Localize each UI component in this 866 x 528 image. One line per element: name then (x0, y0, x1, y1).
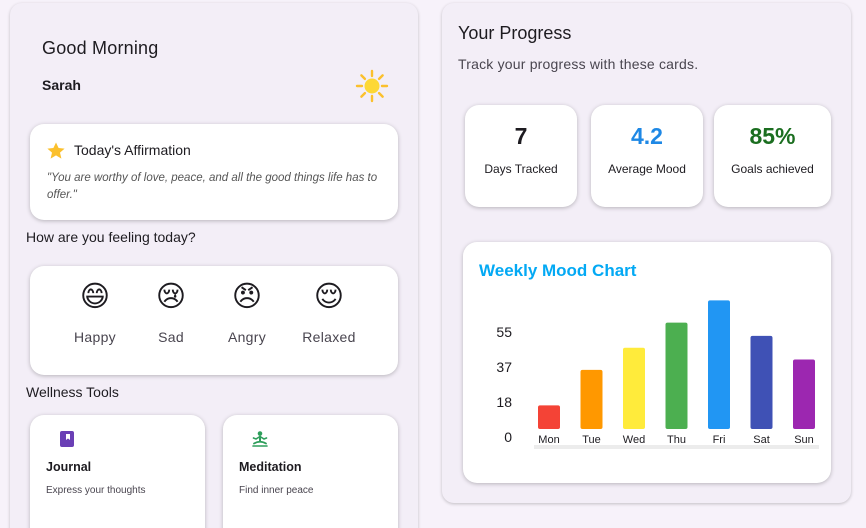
mood-option-sad[interactable]: 😢 Sad (136, 278, 206, 345)
x-tick-label: Fri (713, 434, 726, 446)
tool-description: Express your thoughts (46, 485, 146, 496)
affirmation-card: Today's Affirmation "You are worthy of l… (30, 124, 398, 220)
x-tick-label: Sun (794, 434, 814, 446)
mood-option-angry[interactable]: 😠 Angry (212, 278, 282, 345)
book-icon (60, 431, 74, 447)
stat-value: 7 (514, 123, 528, 149)
user-name: Sarah (42, 77, 81, 93)
stat-card-average-mood: 4.2 Average Mood (591, 105, 703, 207)
y-tick-label: 0 (504, 429, 512, 445)
sun-icon (355, 69, 389, 103)
progress-panel: Your Progress Track your progress with t… (442, 3, 851, 503)
stat-value: 4.2 (631, 123, 663, 149)
mood-option-happy[interactable]: 😄 Happy (60, 278, 130, 345)
stat-card-goals-achieved: 85% Goals achieved (714, 105, 831, 207)
tool-description: Find inner peace (239, 485, 314, 496)
angry-emoji-icon: 😠 (231, 279, 263, 313)
relaxed-emoji-icon: 😌 (313, 279, 345, 313)
stat-card-days-tracked: 7 Days Tracked (465, 105, 577, 207)
bar-tue (580, 369, 603, 429)
stat-label: Goals achieved (731, 162, 814, 176)
y-tick-label: 55 (496, 324, 512, 340)
home-panel: Good Morning Sarah Today's Affirmation "… (10, 3, 418, 528)
weekly-mood-chart-card: Weekly Mood Chart 0 18 37 55 Mon Tue Wed Thu Fri… (463, 242, 831, 483)
x-tick-label: Tue (582, 434, 601, 446)
happy-emoji-icon: 😄 (79, 279, 111, 313)
sad-emoji-icon: 😢 (155, 279, 187, 313)
tool-title: Journal (46, 460, 92, 474)
bar-thu (665, 322, 688, 429)
mood-label: Angry (227, 329, 267, 345)
meditation-icon (252, 431, 268, 447)
x-tick-label: Mon (538, 434, 559, 446)
bar-mon (538, 405, 560, 429)
mood-label: Sad (158, 329, 184, 345)
stat-value: 85% (749, 123, 796, 149)
bar-sat (750, 335, 773, 429)
y-tick-label: 37 (496, 359, 512, 375)
wellness-tools-heading: Wellness Tools (26, 384, 119, 400)
x-tick-label: Thu (667, 434, 686, 446)
mood-selector-card: 😄 Happy 😢 Sad 😠 Angry 😌 Relaxed (30, 266, 398, 375)
tool-title: Meditation (239, 460, 302, 474)
x-tick-label: Wed (623, 434, 645, 446)
mood-label: Happy (74, 329, 116, 345)
mood-option-relaxed[interactable]: 😌 Relaxed (294, 278, 364, 345)
bar-wed (623, 347, 645, 429)
mood-question-heading: How are you feeling today? (26, 229, 196, 245)
star-icon (47, 142, 65, 159)
progress-subtitle: Track your progress with these cards. (458, 56, 699, 72)
bar-fri (708, 300, 730, 429)
affirmation-title: Today's Affirmation (74, 142, 191, 158)
meditation-tool-card[interactable]: Meditation Find inner peace (223, 415, 398, 528)
mood-label: Relaxed (302, 329, 356, 345)
journal-tool-card[interactable]: Journal Express your thoughts (30, 415, 205, 528)
x-tick-label: Sat (753, 434, 770, 446)
y-tick-label: 18 (496, 394, 512, 410)
stat-label: Average Mood (608, 162, 686, 176)
greeting-text: Good Morning (42, 38, 159, 58)
affirmation-text: "You are worthy of love, peace, and all … (47, 172, 378, 201)
bar-sun (793, 359, 815, 429)
progress-title: Your Progress (458, 23, 572, 43)
weekly-mood-chart: 0 18 37 55 Mon Tue Wed Thu Fri Sat Sun (496, 300, 819, 449)
stat-label: Days Tracked (484, 162, 558, 176)
